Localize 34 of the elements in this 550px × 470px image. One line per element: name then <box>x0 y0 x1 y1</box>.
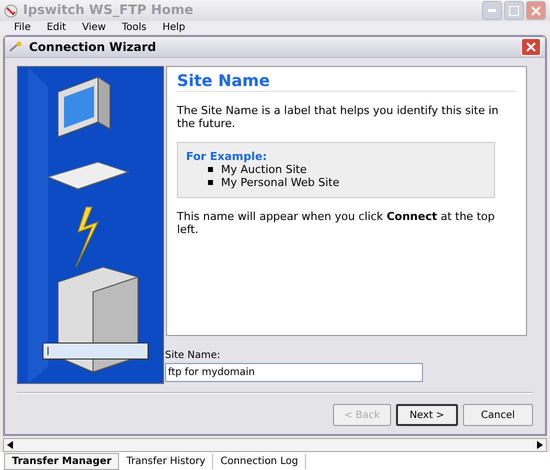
bottom-tab[interactable]: Transfer History <box>119 454 214 468</box>
menu-item[interactable]: Edit <box>46 21 66 34</box>
menu-item[interactable]: View <box>82 21 106 34</box>
menu-item[interactable]: File <box>14 21 31 34</box>
bullet-icon <box>208 167 213 172</box>
scroll-right-icon <box>537 441 543 449</box>
scroll-left-icon <box>7 441 13 449</box>
wand-icon <box>9 41 23 53</box>
menu-item[interactable]: Tools <box>122 21 146 34</box>
horizontal-scrollbar[interactable] <box>3 438 547 452</box>
dialog-title: Connection Wizard <box>29 40 156 54</box>
wizard-button[interactable]: Next > <box>396 404 458 426</box>
wizard-button[interactable]: Cancel <box>463 404 533 426</box>
example-item: My Personal Web Site <box>221 176 340 189</box>
maximize-button[interactable] <box>504 1 524 20</box>
example-item: My Auction Site <box>221 163 307 176</box>
close-icon <box>531 6 541 16</box>
minimize-icon <box>488 9 496 12</box>
bottom-tab[interactable]: Connection Log <box>213 454 306 468</box>
field-label: Site Name: <box>165 350 222 361</box>
maximize-icon <box>509 6 519 16</box>
close-icon <box>526 42 536 52</box>
menu-item[interactable]: Help <box>162 21 186 34</box>
app-window-title: Ipswitch WS_FTP Home <box>23 3 194 18</box>
site-name-field[interactable]: ftp for mydomain <box>165 363 423 382</box>
app-logo-icon <box>4 4 18 18</box>
bottom-tab[interactable]: Transfer Manager <box>4 452 120 470</box>
minimize-button[interactable] <box>482 1 502 20</box>
example-title: For Example: <box>186 150 268 163</box>
bullet-icon <box>208 180 213 185</box>
close-button[interactable] <box>526 1 546 20</box>
intro-text: The Site Name is a label that helps you identify this site in the future. <box>177 104 500 130</box>
page-heading: Site Name <box>177 71 516 92</box>
note-text: This name will appear when you click Connect at the top left. <box>177 210 496 236</box>
